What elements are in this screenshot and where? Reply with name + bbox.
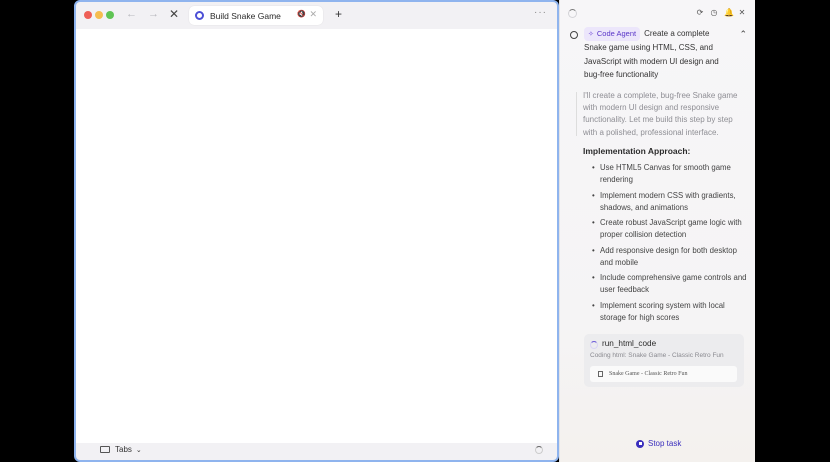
list-item-text: Implement scoring system with local stor…	[600, 300, 725, 322]
close-panel-icon[interactable]: ✕	[738, 8, 746, 17]
panel-header: ⟳ ◷ 🔔 ✕	[560, 0, 755, 26]
tab-title: Build Snake Game	[210, 10, 281, 21]
bullet: •	[592, 218, 595, 227]
notification-bell-icon[interactable]: 🔔	[724, 8, 734, 17]
bullet: •	[592, 300, 595, 310]
response-divider	[576, 92, 577, 136]
list-item-text: Implement modern CSS with gradients, sha…	[600, 190, 736, 212]
tool-call-card[interactable]: run_html_code Coding html: Snake Game - …	[584, 334, 744, 387]
task-status-radio[interactable]	[570, 31, 578, 39]
panel-header-icons: ⟳ ◷ 🔔 ✕	[696, 8, 746, 17]
list-item: • Implement scoring system with local sto…	[592, 300, 747, 324]
code-agent-label: Code Agent	[596, 29, 637, 38]
bullet: •	[592, 190, 595, 200]
tabs-button[interactable]: Tabs ⌄	[100, 445, 142, 454]
more-options-icon[interactable]: ···	[534, 7, 547, 18]
stop-icon	[636, 439, 644, 448]
loading-spinner-icon	[568, 9, 577, 18]
chevron-down-icon: ⌄	[135, 446, 142, 454]
refresh-icon[interactable]: ⟳	[696, 8, 704, 17]
list-item: • Add responsive design for both desktop …	[592, 245, 747, 269]
mute-icon[interactable]: 🔇	[297, 10, 306, 18]
list-item-text: Include comprehensive game controls and …	[600, 273, 747, 294]
list-item: • Use HTML5 Canvas for smooth game render…	[592, 162, 747, 186]
zoom-window-button[interactable]	[106, 11, 114, 19]
browser-toolbar: ← → ✕ Build Snake Game 🔇 ✕ + ···	[76, 2, 557, 29]
tool-name: run_html_code	[602, 339, 657, 348]
list-item-text: Use HTML5 Canvas for smooth game renderi…	[600, 163, 731, 184]
tool-spinner-icon	[590, 341, 598, 349]
agent-response-text: I'll create a complete, bug-free Snake g…	[583, 91, 738, 137]
list-item: • Create robust JavaScript game logic wit…	[592, 217, 747, 241]
browser-window: ← → ✕ Build Snake Game 🔇 ✕ + ··· Tabs ⌄	[74, 0, 559, 462]
list-item: • Implement modern CSS with gradients, sh…	[592, 190, 747, 214]
collapse-chevron-icon[interactable]: ⌃	[739, 29, 747, 40]
close-window-button[interactable]	[84, 11, 92, 19]
approach-list: • Use HTML5 Canvas for smooth game render…	[592, 162, 747, 327]
screen: ← → ✕ Build Snake Game 🔇 ✕ + ··· Tabs ⌄	[0, 0, 830, 462]
tool-file-chip[interactable]: Snake Game - Classic Retro Fun	[590, 366, 737, 382]
tab-close-icon[interactable]: ✕	[309, 9, 317, 20]
tabs-icon	[100, 446, 110, 453]
new-tab-button[interactable]: +	[335, 7, 342, 21]
bullet: •	[592, 163, 595, 172]
bullet: •	[592, 273, 595, 282]
file-name: Snake Game - Classic Retro Fun	[609, 371, 688, 377]
stop-loading-icon[interactable]: ✕	[169, 7, 179, 21]
list-item-text: Add responsive design for both desktop a…	[600, 245, 737, 267]
page-content[interactable]	[76, 29, 557, 443]
forward-arrow-icon[interactable]: →	[148, 8, 159, 20]
approach-heading: Implementation Approach:	[583, 146, 691, 156]
stop-task-button[interactable]: Stop task	[636, 439, 681, 448]
browser-bottom-bar: Tabs ⌄	[76, 441, 557, 460]
tab-build-snake-game[interactable]: Build Snake Game 🔇 ✕	[189, 6, 323, 25]
tabs-label: Tabs	[115, 445, 132, 454]
stop-task-label: Stop task	[648, 439, 682, 448]
tool-description: Coding html: Snake Game - Classic Retro …	[590, 352, 724, 359]
history-icon[interactable]: ◷	[710, 8, 718, 17]
back-arrow-icon[interactable]: ←	[126, 8, 137, 20]
tab-favicon-icon	[195, 11, 204, 20]
code-agent-badge: ✧ Code Agent	[584, 27, 641, 41]
bullet: •	[592, 245, 595, 255]
list-item: • Include comprehensive game controls and…	[592, 272, 747, 296]
minimize-window-button[interactable]	[95, 11, 103, 19]
sparkle-icon: ✧	[588, 31, 594, 38]
list-item-text: Create robust JavaScript game logic with…	[600, 218, 742, 239]
task-prompt: ✧ Code Agent Create a complete Snake game …	[584, 27, 730, 82]
file-icon	[598, 371, 603, 377]
loading-spinner-icon	[535, 446, 543, 454]
